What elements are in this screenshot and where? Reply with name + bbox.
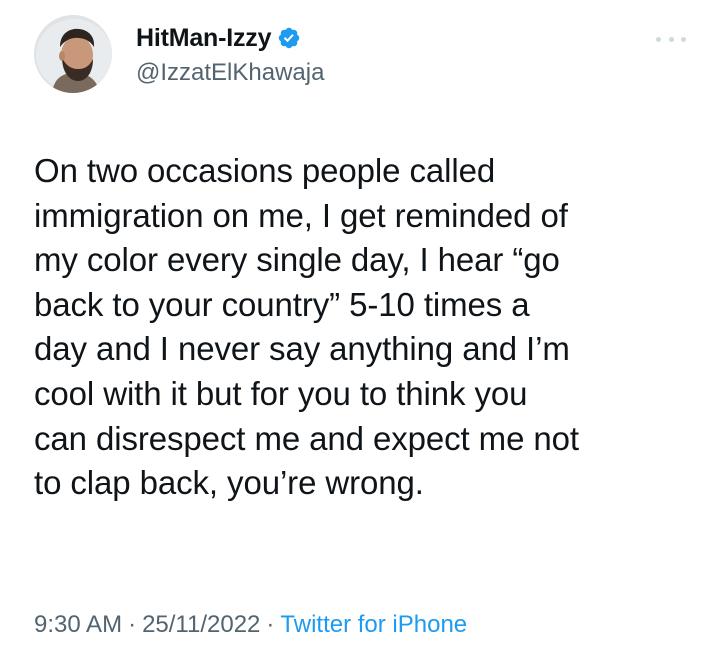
more-options-icon[interactable] bbox=[656, 32, 686, 46]
tweet-source-link[interactable]: Twitter for iPhone bbox=[280, 611, 467, 638]
user-handle[interactable]: @IzzatElKhawaja bbox=[136, 59, 324, 87]
dot bbox=[681, 36, 686, 42]
meta-separator: · bbox=[266, 611, 275, 638]
tweet-time[interactable]: 9:30 AM bbox=[34, 611, 122, 638]
dot bbox=[668, 36, 674, 42]
user-info: HitMan-Izzy @IzzatElKhawaja bbox=[136, 22, 324, 87]
tweet-metadata: 9:30 AM · 25/11/2022 · Twitter for iPhone bbox=[34, 611, 467, 639]
name-row: HitMan-Izzy bbox=[136, 22, 324, 54]
tweet-card: HitMan-Izzy @IzzatElKhawaja On two occas… bbox=[0, 0, 720, 649]
tweet-date[interactable]: 25/11/2022 bbox=[142, 611, 260, 638]
tweet-text: On two occasions people called immigrati… bbox=[34, 152, 579, 502]
dot bbox=[656, 36, 661, 42]
display-name[interactable]: HitMan-Izzy bbox=[136, 24, 272, 53]
avatar-photo bbox=[34, 15, 112, 93]
verified-badge-icon bbox=[277, 26, 301, 50]
meta-separator: · bbox=[128, 611, 137, 638]
avatar[interactable] bbox=[34, 15, 112, 93]
